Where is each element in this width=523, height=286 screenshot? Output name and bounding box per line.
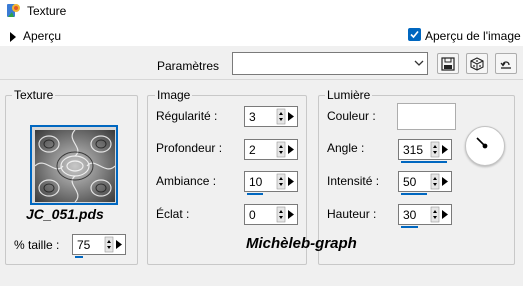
- size-label: % taille :: [14, 238, 60, 252]
- spin-arrows-icon[interactable]: [276, 206, 296, 223]
- depth-spinner[interactable]: 2: [244, 139, 298, 160]
- regularity-value: 3: [249, 110, 256, 124]
- angle-dial[interactable]: [465, 126, 505, 166]
- spin-arrows-icon[interactable]: [276, 108, 296, 125]
- spin-arrows-icon[interactable]: [276, 141, 296, 158]
- angle-value: 315: [403, 143, 424, 157]
- dice-icon: [470, 56, 484, 71]
- height-label: Hauteur :: [327, 207, 377, 221]
- presets-label: Paramètres: [157, 59, 220, 73]
- spin-arrows-icon[interactable]: [430, 141, 450, 158]
- light-color-swatch[interactable]: [397, 103, 456, 130]
- shine-label: Éclat :: [156, 207, 190, 221]
- intensity-value: 50: [403, 175, 417, 189]
- presets-dropdown[interactable]: [232, 52, 428, 75]
- intensity-slider-fill: [401, 193, 427, 195]
- angle-slider-fill: [401, 161, 447, 163]
- reset-button[interactable]: [495, 53, 517, 74]
- preview-toggle-label[interactable]: Aperçu: [23, 29, 61, 43]
- texture-legend: Texture: [12, 88, 56, 102]
- preview-image-label[interactable]: Aperçu de l'image: [425, 29, 521, 43]
- depth-label: Profondeur :: [156, 141, 223, 155]
- save-preset-button[interactable]: [437, 53, 459, 74]
- regularity-label: Régularité :: [156, 109, 218, 123]
- reset-icon: [500, 60, 511, 69]
- ambiance-spinner[interactable]: 10: [244, 171, 298, 195]
- paint-program-icon: [5, 3, 21, 19]
- save-icon: [441, 56, 455, 71]
- randomize-button[interactable]: [466, 53, 488, 74]
- intensity-label: Intensité :: [327, 174, 380, 188]
- intensity-spinner[interactable]: 50: [398, 171, 452, 195]
- spin-arrows-icon[interactable]: [104, 236, 124, 253]
- size-spinner[interactable]: 75: [72, 234, 126, 258]
- chevron-down-icon: [413, 56, 425, 70]
- ambiance-label: Ambiance :: [156, 174, 217, 188]
- regularity-spinner[interactable]: 3: [244, 106, 298, 127]
- angle-spinner[interactable]: 315: [398, 139, 452, 163]
- spin-arrows-icon[interactable]: [430, 173, 450, 190]
- color-label: Couleur :: [327, 109, 376, 123]
- shine-spinner[interactable]: 0: [244, 204, 298, 225]
- divider: [0, 79, 523, 80]
- spin-arrows-icon[interactable]: [430, 206, 450, 223]
- watermark-text: Michèleb-graph: [246, 235, 357, 252]
- ambiance-value: 10: [249, 175, 263, 189]
- spin-arrows-icon[interactable]: [276, 173, 296, 190]
- expand-arrow-icon[interactable]: [9, 31, 17, 42]
- size-value: 75: [77, 238, 91, 252]
- texture-thumbnail[interactable]: [30, 125, 118, 205]
- height-spinner[interactable]: 30: [398, 204, 452, 228]
- ambiance-slider-fill: [247, 193, 263, 195]
- height-value: 30: [403, 208, 417, 222]
- shine-value: 0: [249, 208, 256, 222]
- depth-value: 2: [249, 143, 256, 157]
- window-title: Texture: [27, 4, 67, 18]
- title-bar: [0, 0, 523, 22]
- height-slider-fill: [401, 226, 418, 228]
- light-legend: Lumière: [325, 88, 373, 102]
- angle-label: Angle :: [327, 141, 365, 155]
- preview-image-checkbox[interactable]: [408, 28, 421, 41]
- size-slider-fill: [75, 256, 83, 258]
- image-legend: Image: [155, 88, 193, 102]
- texture-name: JC_051.pds: [26, 206, 104, 222]
